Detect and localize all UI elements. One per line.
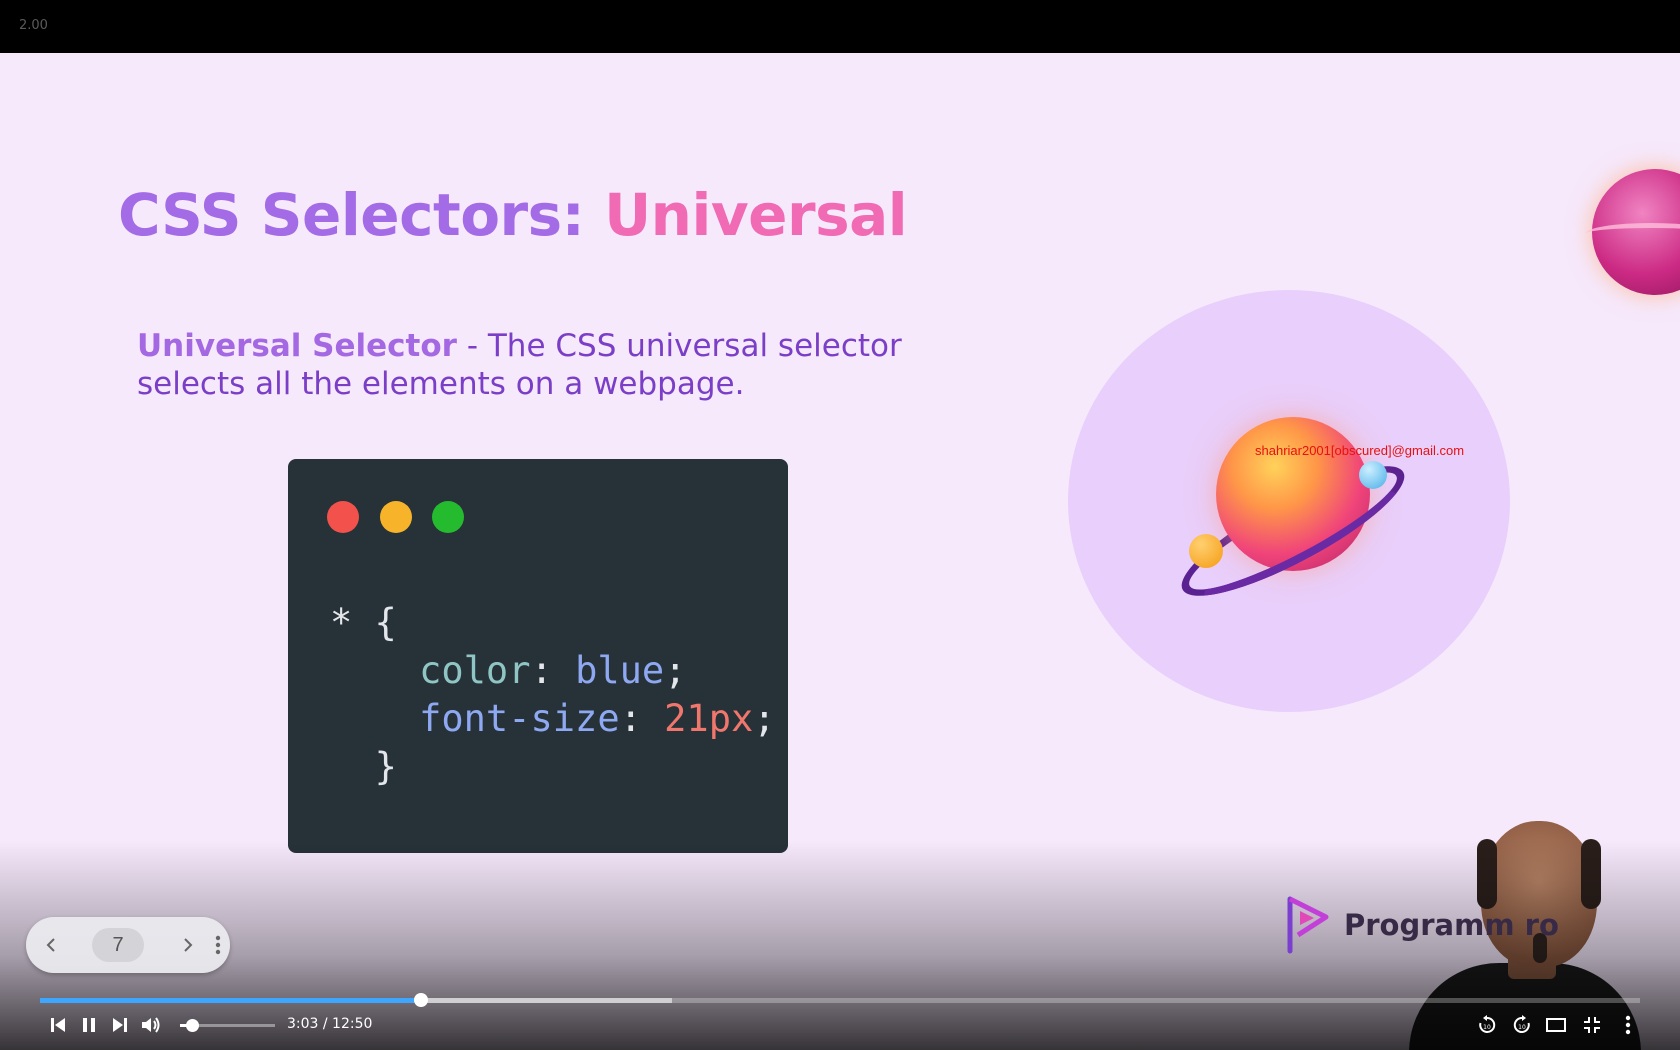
- progress-bar[interactable]: [40, 993, 1640, 1007]
- slide-description: Universal Selector - The CSS universal s…: [137, 327, 957, 403]
- top-bar: 2.00: [0, 0, 1680, 53]
- logo-text: Programm ro: [1344, 908, 1559, 942]
- code-val-blue: blue: [575, 649, 665, 692]
- slide-navigator: 7: [26, 917, 230, 973]
- time-display: 3:03 / 12:50: [287, 1016, 373, 1032]
- more-vert-icon: [215, 935, 221, 955]
- seek-back-label: 10: [1483, 1024, 1491, 1031]
- seek-back-button[interactable]: 10: [1474, 1010, 1500, 1040]
- skip-next-icon: [113, 1018, 127, 1032]
- control-bar: 3:03 / 12:50 10 10: [0, 1010, 1680, 1050]
- moon-blue: [1359, 461, 1387, 489]
- pause-icon: [83, 1018, 95, 1032]
- slide-next-button[interactable]: [175, 933, 199, 957]
- settings-more-button[interactable]: [1616, 1010, 1640, 1040]
- slide-prev-button[interactable]: [40, 933, 64, 957]
- volume-slider[interactable]: [180, 1019, 275, 1032]
- slide-title-accent: Universal: [604, 181, 908, 249]
- progress-scrubber[interactable]: [413, 993, 428, 1007]
- slide-more-button[interactable]: [206, 933, 230, 957]
- exit-fullscreen-icon: [1584, 1017, 1600, 1033]
- theater-mode-button[interactable]: [1543, 1010, 1569, 1040]
- volume-knob[interactable]: [186, 1019, 200, 1032]
- mute-button[interactable]: [138, 1010, 164, 1040]
- theater-mode-icon: [1546, 1018, 1566, 1032]
- playback-speed-label: 2.00: [19, 18, 48, 33]
- logo-mark-icon: [1287, 896, 1329, 954]
- seek-forward-10-icon: 10: [1513, 1015, 1530, 1033]
- chevron-left-icon: [46, 938, 55, 952]
- seek-forward-button[interactable]: 10: [1509, 1010, 1535, 1040]
- moon-orange: [1189, 534, 1223, 568]
- chevron-right-icon: [184, 938, 193, 952]
- seek-forward-label: 10: [1518, 1024, 1526, 1031]
- window-close-dot: [327, 501, 359, 533]
- watermark-email: shahriar2001[obscured]@gmail.com: [1255, 443, 1465, 458]
- pause-button[interactable]: [77, 1010, 101, 1040]
- code-snippet: * { color: blue; font-size: 21px; }: [330, 601, 776, 788]
- window-minimize-dot: [380, 501, 412, 533]
- channel-logo: Programm ro: [1284, 893, 1559, 957]
- planet-illustration-corner: [1586, 169, 1680, 295]
- previous-button[interactable]: [46, 1010, 70, 1040]
- slide-page-number[interactable]: 7: [92, 928, 144, 962]
- video-player[interactable]: 2.00 CSS Selectors: Universal Universal …: [0, 0, 1680, 1050]
- progress-played: [40, 998, 421, 1003]
- exit-fullscreen-button[interactable]: [1579, 1010, 1605, 1040]
- more-vert-icon: [1625, 1015, 1631, 1035]
- code-prop-font-size: font-size: [419, 697, 620, 740]
- seek-back-10-icon: 10: [1479, 1015, 1496, 1033]
- code-line-selector: * {: [330, 601, 397, 644]
- code-line-close: }: [374, 745, 397, 788]
- window-maximize-dot: [432, 501, 464, 533]
- next-button[interactable]: [108, 1010, 132, 1040]
- skip-previous-icon: [51, 1018, 65, 1032]
- slide-title-main: CSS Selectors:: [118, 181, 605, 249]
- slide-description-term: Universal Selector: [137, 328, 457, 364]
- code-prop-color: color: [419, 649, 531, 692]
- slide-title: CSS Selectors: Universal: [118, 181, 908, 249]
- code-window: * { color: blue; font-size: 21px; }: [288, 459, 788, 853]
- volume-icon: [142, 1017, 160, 1033]
- code-val-21px: 21px: [664, 697, 754, 740]
